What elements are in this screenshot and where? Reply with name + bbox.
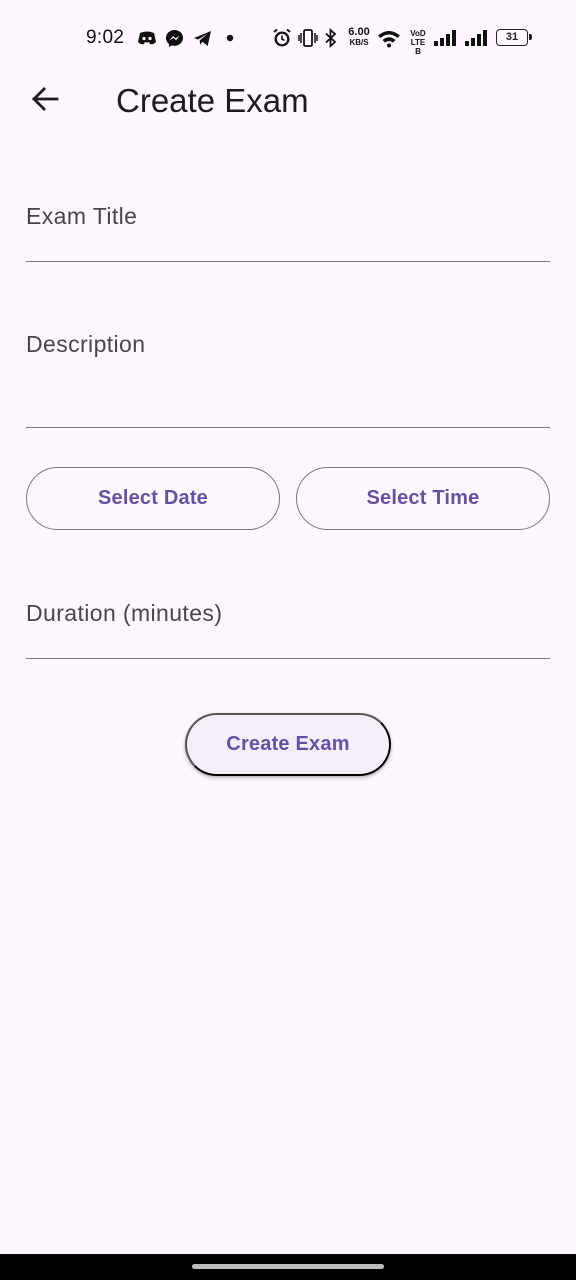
home-gesture-handle[interactable] [192, 1264, 384, 1269]
exam-title-field[interactable]: Exam Title [26, 190, 550, 262]
bluetooth-icon [324, 28, 338, 48]
arrow-back-icon[interactable] [31, 86, 59, 116]
telegram-icon [193, 28, 212, 48]
exam-title-input[interactable] [26, 226, 550, 256]
discord-icon [137, 28, 157, 48]
signal-icon [464, 28, 490, 48]
select-time-button[interactable]: Select Time [296, 467, 550, 530]
select-date-button[interactable]: Select Date [26, 467, 280, 530]
dot-icon [226, 28, 234, 48]
duration-field[interactable]: Duration (minutes) [26, 587, 550, 659]
volte-line-2: LTE B [410, 38, 426, 56]
wifi-icon [377, 28, 401, 48]
description-label: Description [26, 331, 146, 357]
back-button[interactable] [22, 78, 68, 124]
volte-indicator: VoD LTE B [408, 29, 428, 56]
status-bar: 9:02 6.00 KB/S VoD LTE B 31 [0, 0, 576, 76]
create-exam-button[interactable]: Create Exam [185, 713, 391, 776]
description-input[interactable] [26, 358, 550, 420]
network-speed: 6.00 KB/S [344, 26, 374, 48]
navigation-bar [0, 1254, 576, 1280]
vibrate-icon [298, 28, 318, 48]
create-exam-screen: 9:02 6.00 KB/S VoD LTE B 31 Create Exam … [0, 0, 576, 1280]
network-speed-value: 6.00 [348, 26, 370, 38]
volte-line-1: VoD [410, 29, 426, 38]
signal-icon [433, 28, 459, 48]
duration-input[interactable] [26, 623, 550, 653]
battery-icon: 31 [496, 29, 532, 46]
description-field[interactable]: Description [26, 318, 550, 428]
alarm-icon [272, 28, 292, 48]
status-time: 9:02 [86, 27, 125, 48]
page-title: Create Exam [116, 82, 309, 119]
messenger-icon [165, 28, 184, 48]
network-speed-unit: KB/S [349, 38, 369, 47]
